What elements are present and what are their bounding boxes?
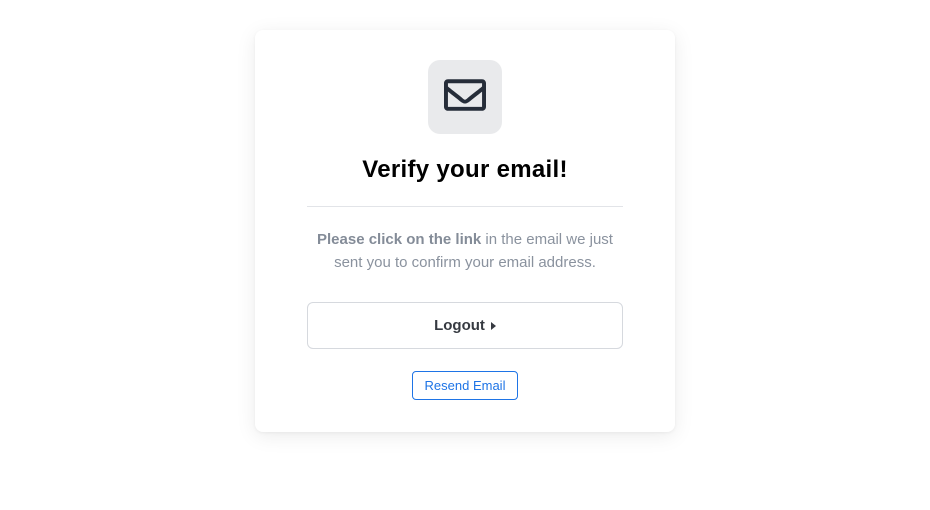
page-title: Verify your email! <box>307 156 623 184</box>
divider <box>307 206 623 207</box>
resend-email-label: Resend Email <box>425 378 506 393</box>
caret-right-icon <box>491 322 496 330</box>
logout-button-label: Logout <box>434 317 485 334</box>
verify-message: Please click on the link in the email we… <box>307 229 623 274</box>
logout-button[interactable]: Logout <box>307 302 623 349</box>
resend-email-button[interactable]: Resend Email <box>412 371 519 400</box>
envelope-icon <box>444 79 486 116</box>
verify-message-bold: Please click on the link <box>317 231 481 248</box>
envelope-icon-box <box>428 60 502 134</box>
verify-email-card: Verify your email! Please click on the l… <box>255 30 675 432</box>
